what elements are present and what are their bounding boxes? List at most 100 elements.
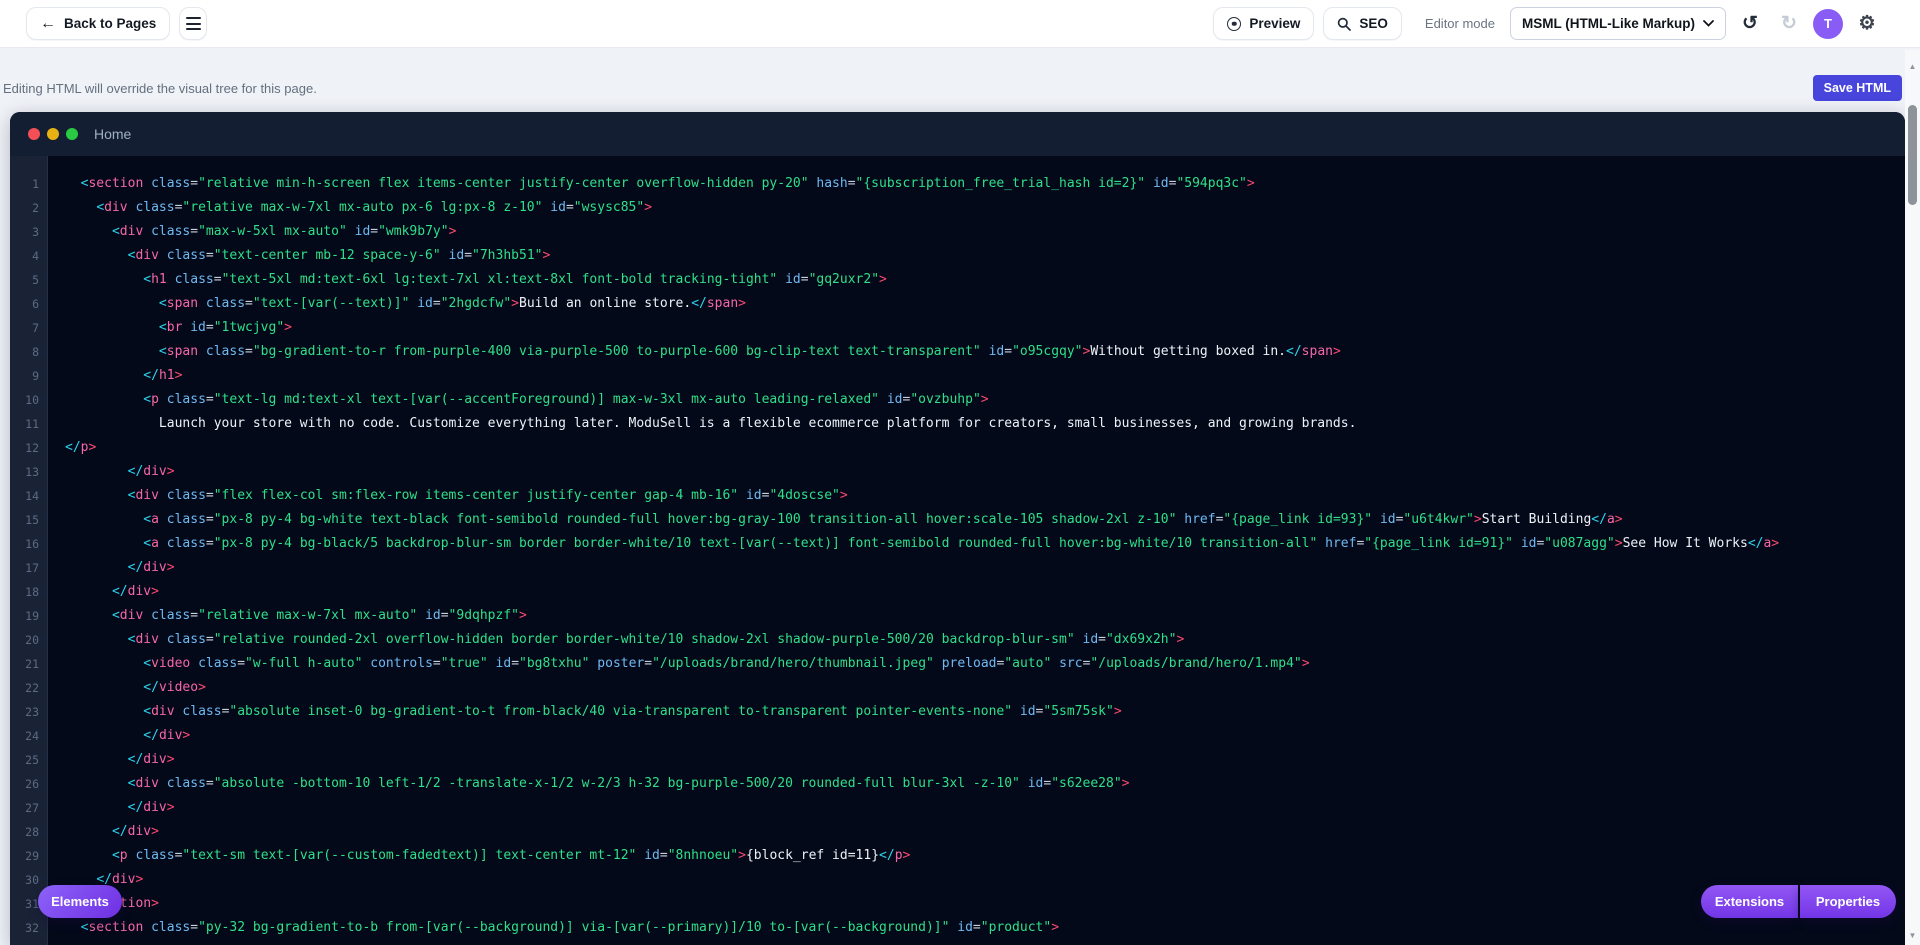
line-code: <video class="w-full h-auto" controls="t… — [48, 652, 1310, 676]
code-line[interactable]: 17 </div> — [10, 556, 1905, 580]
line-number: 15 — [10, 508, 48, 532]
elements-panel-button[interactable]: Elements — [38, 885, 122, 918]
close-window-icon[interactable] — [28, 128, 40, 140]
undo-button[interactable]: ↺ — [1735, 7, 1765, 40]
scrollbar-up-arrow-icon[interactable]: ▲ — [1905, 62, 1920, 71]
chevron-down-icon — [1703, 20, 1714, 27]
line-code: </video> — [48, 676, 206, 700]
code-line[interactable]: 7 <br id="1twcjvg"> — [10, 316, 1905, 340]
avatar[interactable]: T — [1813, 9, 1843, 39]
code-line[interactable]: 10 <p class="text-lg md:text-xl text-[va… — [10, 388, 1905, 412]
line-number: 18 — [10, 580, 48, 604]
line-number: 14 — [10, 484, 48, 508]
line-code: <div class="max-w-5xl mx-auto" id="wmk9b… — [48, 220, 456, 244]
line-number: 21 — [10, 652, 48, 676]
line-number: 22 — [10, 676, 48, 700]
line-number: 7 — [10, 316, 48, 340]
code-line[interactable]: 25 </div> — [10, 748, 1905, 772]
code-line[interactable]: 2 <div class="relative max-w-7xl mx-auto… — [10, 196, 1905, 220]
code-line[interactable]: 12</p> — [10, 436, 1905, 460]
code-line[interactable]: 31 </section> — [10, 892, 1905, 916]
gear-icon: ⚙ — [1858, 12, 1875, 35]
code-line[interactable]: 20 <div class="relative rounded-2xl over… — [10, 628, 1905, 652]
menu-button[interactable] — [179, 7, 207, 40]
preview-button[interactable]: Preview — [1213, 7, 1314, 40]
code-line[interactable]: 15 <a class="px-8 py-4 bg-white text-bla… — [10, 508, 1905, 532]
editor-mode-label: Editor mode — [1425, 16, 1495, 31]
line-code: <div class="flex flex-col sm:flex-row it… — [48, 484, 848, 508]
line-code: <p class="text-lg md:text-xl text-[var(-… — [48, 388, 989, 412]
code-line[interactable]: 19 <div class="relative max-w-7xl mx-aut… — [10, 604, 1905, 628]
line-number: 29 — [10, 844, 48, 868]
panel-button-group: Extensions Properties — [1701, 885, 1896, 918]
redo-icon: ↻ — [1781, 12, 1797, 35]
line-code: <div class="absolute -bottom-10 left-1/2… — [48, 772, 1129, 796]
back-to-pages-button[interactable]: ← Back to Pages — [26, 7, 170, 40]
maximize-window-icon[interactable] — [66, 128, 78, 140]
code-line[interactable]: 29 <p class="text-sm text-[var(--custom-… — [10, 844, 1905, 868]
code-line[interactable]: 18 </div> — [10, 580, 1905, 604]
line-code: <section class="relative min-h-screen fl… — [48, 172, 1255, 196]
code-line[interactable]: 28 </div> — [10, 820, 1905, 844]
code-line[interactable]: 3 <div class="max-w-5xl mx-auto" id="wmk… — [10, 220, 1905, 244]
code-line[interactable]: 26 <div class="absolute -bottom-10 left-… — [10, 772, 1905, 796]
code-line[interactable]: 21 <video class="w-full h-auto" controls… — [10, 652, 1905, 676]
code-line[interactable]: 16 <a class="px-8 py-4 bg-black/5 backdr… — [10, 532, 1905, 556]
line-number: 23 — [10, 700, 48, 724]
extensions-panel-button[interactable]: Extensions — [1701, 885, 1798, 918]
line-code: </div> — [48, 748, 175, 772]
line-code: <div class="relative rounded-2xl overflo… — [48, 628, 1184, 652]
toolbar-left: ← Back to Pages — [26, 7, 207, 40]
code-line[interactable]: 22 </video> — [10, 676, 1905, 700]
code-line[interactable]: 5 <h1 class="text-5xl md:text-6xl lg:tex… — [10, 268, 1905, 292]
line-number: 3 — [10, 220, 48, 244]
save-html-button[interactable]: Save HTML — [1813, 75, 1902, 101]
editor-titlebar: Home — [10, 112, 1905, 156]
line-number: 11 — [10, 412, 48, 436]
line-code: <h1 class="text-5xl md:text-6xl lg:text-… — [48, 268, 887, 292]
scrollbar-thumb[interactable] — [1908, 105, 1917, 205]
markup-mode-select[interactable]: MSML (HTML-Like Markup) — [1510, 7, 1726, 40]
code-line[interactable]: 9 </h1> — [10, 364, 1905, 388]
line-number: 19 — [10, 604, 48, 628]
code-line[interactable]: 32 <section class="py-32 bg-gradient-to-… — [10, 916, 1905, 940]
code-line[interactable]: 13 </div> — [10, 460, 1905, 484]
line-code: <div class="absolute inset-0 bg-gradient… — [48, 700, 1122, 724]
properties-panel-button[interactable]: Properties — [1800, 885, 1896, 918]
undo-icon: ↺ — [1742, 12, 1758, 35]
code-line[interactable]: 6 <span class="text-[var(--text)]" id="2… — [10, 292, 1905, 316]
code-line[interactable]: 11 Launch your store with no code. Custo… — [10, 412, 1905, 436]
line-number: 1 — [10, 172, 48, 196]
line-number: 4 — [10, 244, 48, 268]
line-code: <span class="text-[var(--text)]" id="2hg… — [48, 292, 746, 316]
hamburger-icon — [186, 17, 201, 30]
line-code: </div> — [48, 724, 190, 748]
code-line[interactable]: 23 <div class="absolute inset-0 bg-gradi… — [10, 700, 1905, 724]
settings-button[interactable]: ⚙ — [1852, 7, 1882, 40]
code-line[interactable]: 27 </div> — [10, 796, 1905, 820]
minimize-window-icon[interactable] — [47, 128, 59, 140]
line-number: 5 — [10, 268, 48, 292]
scrollbar-down-arrow-icon[interactable]: ▼ — [1905, 931, 1920, 940]
page-scrollbar[interactable]: ▲ ▼ — [1905, 50, 1920, 945]
code-line[interactable]: 1 <section class="relative min-h-screen … — [10, 172, 1905, 196]
line-code: </div> — [48, 820, 159, 844]
line-number: 8 — [10, 340, 48, 364]
line-code: </p> — [48, 436, 96, 460]
toolbar-right: Preview SEO Editor mode MSML (HTML-Like … — [1213, 7, 1882, 40]
redo-button[interactable]: ↻ — [1774, 7, 1804, 40]
code-line[interactable]: 8 <span class="bg-gradient-to-r from-pur… — [10, 340, 1905, 364]
code-line[interactable]: 30 </div> — [10, 868, 1905, 892]
line-number: 16 — [10, 532, 48, 556]
code-line[interactable]: 24 </div> — [10, 724, 1905, 748]
line-number: 13 — [10, 460, 48, 484]
code-line[interactable]: 4 <div class="text-center mb-12 space-y-… — [10, 244, 1905, 268]
code-area[interactable]: 1 <section class="relative min-h-screen … — [10, 156, 1905, 945]
code-line[interactable]: 14 <div class="flex flex-col sm:flex-row… — [10, 484, 1905, 508]
line-number: 10 — [10, 388, 48, 412]
seo-label: SEO — [1359, 16, 1388, 31]
seo-button[interactable]: SEO — [1323, 7, 1402, 40]
preview-label: Preview — [1249, 16, 1300, 31]
line-number: 27 — [10, 796, 48, 820]
window-title: Home — [94, 126, 131, 142]
